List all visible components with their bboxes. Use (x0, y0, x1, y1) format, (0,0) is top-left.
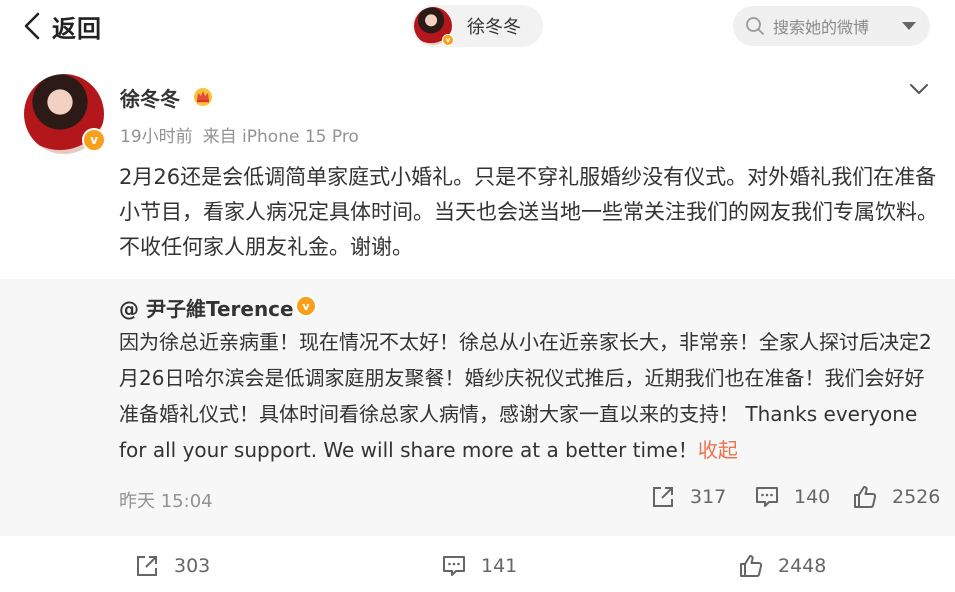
comment-icon (756, 487, 778, 507)
share-count: 303 (174, 555, 211, 577)
crown-icon (194, 88, 212, 106)
like-button[interactable]: 2448 (738, 553, 826, 579)
comment-icon (443, 556, 465, 576)
avatar: v (414, 7, 454, 46)
repost-author[interactable]: @ 尹子維Terence (119, 293, 294, 322)
like-count: 2448 (778, 555, 827, 577)
repost-share-count: 317 (690, 486, 727, 508)
thumbs-up-icon (740, 555, 763, 577)
author-avatar[interactable]: v (24, 74, 106, 154)
share-button[interactable]: 303 (134, 553, 210, 579)
repost-text-body: 因为徐总近亲病重！现在情况不太好！徐总从小在近亲家长大，非常亲！全家人探讨后决定… (119, 330, 932, 462)
thumbs-up-icon (854, 486, 877, 508)
comment-count: 141 (481, 555, 518, 577)
chevron-down-icon[interactable] (909, 82, 929, 96)
user-chip[interactable]: v 徐冬冬 (412, 5, 543, 47)
repost-text: 因为徐总近亲病重！现在情况不太好！徐总从小在近亲家长大，非常亲！全家人探讨后决定… (119, 324, 941, 468)
back-label: 返回 (52, 14, 102, 43)
share-icon (653, 487, 673, 507)
search-input[interactable]: 搜索她的微博 (773, 14, 869, 38)
verified-badge-icon: v (295, 295, 317, 317)
post-source: 来自 iPhone 15 Pro (202, 127, 359, 147)
comment-button[interactable]: 141 (441, 553, 517, 579)
repost-comment-count: 140 (794, 486, 831, 508)
repost-card[interactable]: @ 尹子維Terence v 因为徐总近亲病重！现在情况不太好！徐总从小在近亲家… (0, 279, 955, 536)
verified-badge-icon: v (82, 128, 106, 152)
repost-like-button[interactable]: 2526 (852, 484, 940, 510)
post-time: 19小时前 (120, 127, 193, 147)
post-meta: 19小时前 来自 iPhone 15 Pro (120, 122, 369, 147)
user-chip-name: 徐冬冬 (467, 17, 521, 38)
caret-down-icon[interactable] (902, 22, 916, 30)
repost-time: 昨天 15:04 (119, 491, 213, 512)
post-text: 2月26还是会低调简单家庭式小婚礼。只是不穿礼服婚纱没有仪式。对外婚礼我们在准备… (119, 165, 938, 259)
search-icon (746, 17, 764, 35)
back-button[interactable]: 返回 (22, 8, 102, 44)
author-name[interactable]: 徐冬冬 (120, 83, 180, 112)
repost-comment-button[interactable]: 140 (754, 484, 830, 510)
repost-share-button[interactable]: 317 (650, 484, 726, 510)
verified-badge-icon: v (442, 34, 454, 46)
search-box[interactable]: 搜索她的微博 (733, 6, 930, 46)
share-icon (137, 556, 157, 576)
repost-like-count: 2526 (892, 486, 941, 508)
chevron-left-icon (24, 12, 40, 40)
collapse-link[interactable]: 收起 (698, 438, 738, 462)
top-bar: 返回 v 徐冬冬 搜索她的微博 (0, 0, 955, 52)
